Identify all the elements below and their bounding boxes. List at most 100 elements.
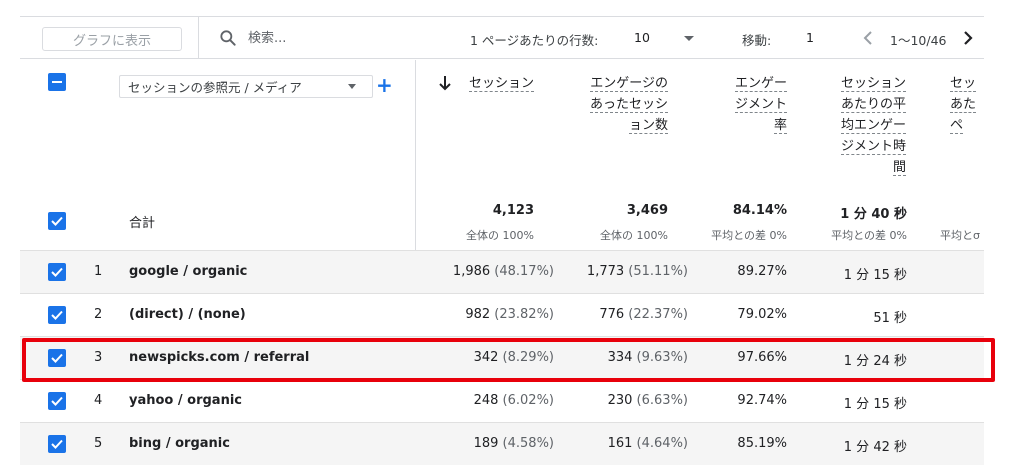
cell-engaged-pct: (51.11%): [628, 264, 688, 279]
row-checkbox[interactable]: [48, 263, 66, 281]
cell-avg-engagement-time: 51 秒: [873, 311, 907, 326]
cell-engaged-value: 1,773: [586, 264, 625, 279]
row-checkbox[interactable]: [48, 306, 66, 324]
dimension-divider: [415, 60, 416, 250]
total-time-sub: 平均との差 0%: [831, 229, 907, 242]
table-row[interactable]: 1 google / organic 1,986 (48.17%) 1,773 (51…: [20, 250, 984, 293]
row-index: 2: [94, 307, 103, 322]
cell-sessions-value: 189: [473, 436, 499, 451]
row-checkbox[interactable]: [48, 349, 66, 367]
row-dimension[interactable]: bing / organic: [129, 436, 230, 451]
cell-sessions: 248 (6.02%): [474, 393, 554, 408]
cell-avg-engagement-time: 1 分 15 秒: [843, 397, 907, 412]
rows-per-page-label: 1 ページあたりの行数:: [470, 33, 599, 48]
total-sessions-sub: 全体の 100%: [466, 229, 534, 242]
cell-engagement-rate: 89.27%: [737, 264, 787, 279]
cell-sessions-pct: (48.17%): [494, 264, 554, 279]
total-engaged-sessions: 3,469: [626, 203, 668, 218]
column-header-avg-engagement-time[interactable]: セッション あたりの平 均エンゲー ジメント時間: [820, 73, 906, 178]
cell-sessions-value: 342: [473, 350, 499, 365]
cell-engaged-pct: (4.64%): [636, 436, 688, 451]
column-header-label: セッション あたりの平 均エンゲー ジメント時間: [840, 76, 906, 176]
table-row[interactable]: 2 (direct) / (none) 982 (23.82%) 776 (22.37…: [20, 293, 984, 336]
cell-sessions-pct: (8.29%): [502, 350, 554, 365]
row-dimension[interactable]: newspicks.com / referral: [129, 350, 309, 365]
column-header-engagement-rate[interactable]: エンゲー ジメント率: [710, 73, 787, 136]
checkbox-checked-icon: [51, 353, 63, 363]
column-header-label: エンゲージの あったセッシ ョン数: [589, 76, 668, 134]
cell-engagement-rate: 79.02%: [737, 307, 787, 322]
search-icon[interactable]: [218, 28, 238, 48]
row-checkbox[interactable]: [48, 435, 66, 453]
table-row[interactable]: 5 bing / organic 189 (4.58%) 161 (4.64%) 85.…: [20, 422, 984, 465]
row-dimension[interactable]: (direct) / (none): [129, 307, 246, 322]
cell-avg-engagement-time: 1 分 24 秒: [843, 354, 907, 369]
table-row[interactable]: 3 newspicks.com / referral 342 (8.29%) 334 …: [20, 336, 984, 379]
checkbox-checked-icon: [51, 267, 63, 277]
column-header-label: セッ あたペ: [950, 76, 977, 134]
caret-down-icon[interactable]: [684, 36, 694, 41]
cell-sessions-pct: (4.58%): [502, 436, 554, 451]
cell-sessions-value: 1,986: [452, 264, 491, 279]
cell-sessions-value: 982: [465, 307, 491, 322]
total-rate-sub: 平均との差 0%: [711, 229, 787, 242]
totals-label: 合計: [129, 216, 156, 231]
row-index: 1: [94, 264, 103, 279]
checkbox-checked-icon: [51, 216, 63, 226]
cell-engaged-pct: (22.37%): [628, 307, 688, 322]
cell-engagement-rate: 92.74%: [737, 393, 787, 408]
caret-down-icon[interactable]: [348, 84, 356, 89]
cell-engagement-rate: 85.19%: [737, 436, 787, 451]
cell-avg-engagement-time: 1 分 15 秒: [843, 268, 907, 283]
cell-engaged: 161 (4.64%): [608, 436, 688, 451]
cell-engaged-value: 161: [607, 436, 633, 451]
column-header-label: エンゲー ジメント率: [734, 76, 787, 134]
column-header-truncated[interactable]: セッ あたペ: [950, 73, 984, 136]
cell-sessions: 982 (23.82%): [465, 307, 554, 322]
cell-avg-engagement-time: 1 分 42 秒: [843, 440, 907, 455]
cell-sessions-pct: (23.82%): [494, 307, 554, 322]
cell-sessions-pct: (6.02%): [502, 393, 554, 408]
cell-sessions: 189 (4.58%): [474, 436, 554, 451]
column-header-sessions[interactable]: セッション: [450, 73, 534, 94]
column-header-label: セッション: [468, 76, 534, 92]
cell-engaged-value: 334: [607, 350, 633, 365]
chevron-left-icon[interactable]: [860, 29, 876, 47]
table-row[interactable]: 4 yahoo / organic 248 (6.02%) 230 (6.63%) 92…: [20, 379, 984, 422]
add-dimension-button[interactable]: +: [376, 73, 393, 97]
table-toolbar: グラフに表示 1 ページあたりの行数: 10 移動: 1 1〜10/46: [20, 17, 984, 59]
cell-engagement-rate: 97.66%: [737, 350, 787, 365]
cell-sessions-value: 248: [473, 393, 499, 408]
total-engagement-rate: 84.14%: [732, 203, 787, 218]
cell-engaged: 334 (9.63%): [608, 350, 688, 365]
dimension-select[interactable]: セッションの参照元 / メディア: [119, 75, 373, 98]
total-truncated-sub: 平均とσ: [940, 229, 980, 242]
row-dimension[interactable]: yahoo / organic: [129, 393, 242, 408]
report-table: グラフに表示 1 ページあたりの行数: 10 移動: 1 1〜10/46 セッシ…: [20, 16, 984, 469]
cell-engaged-value: 230: [607, 393, 633, 408]
checkbox-checked-icon: [51, 439, 63, 449]
row-dimension[interactable]: google / organic: [129, 264, 247, 279]
cell-engaged-pct: (6.63%): [636, 393, 688, 408]
plot-rows-button[interactable]: グラフに表示: [42, 27, 182, 51]
cell-sessions: 342 (8.29%): [474, 350, 554, 365]
cell-engaged: 776 (22.37%): [599, 307, 688, 322]
cell-engaged-value: 776: [599, 307, 625, 322]
toolbar-divider: [198, 17, 199, 59]
row-index: 5: [94, 436, 103, 451]
cell-engaged: 1,773 (51.11%): [587, 264, 688, 279]
select-all-checkbox[interactable]: [48, 73, 66, 91]
chevron-right-icon[interactable]: [960, 29, 976, 47]
pagination-range: 1〜10/46: [890, 33, 947, 48]
goto-input[interactable]: 1: [806, 30, 814, 45]
row-checkbox[interactable]: [48, 392, 66, 410]
totals-checkbox[interactable]: [48, 212, 66, 230]
rows-per-page-select[interactable]: 10: [634, 30, 650, 45]
checkbox-checked-icon: [51, 310, 63, 320]
cell-engaged: 230 (6.63%): [608, 393, 688, 408]
total-avg-engagement-time: 1 分 40 秒: [840, 207, 907, 222]
checkbox-checked-icon: [51, 396, 63, 406]
row-index: 4: [94, 393, 103, 408]
search-input[interactable]: [248, 26, 388, 50]
column-header-engaged-sessions[interactable]: エンゲージの あったセッシ ョン数: [565, 73, 668, 136]
